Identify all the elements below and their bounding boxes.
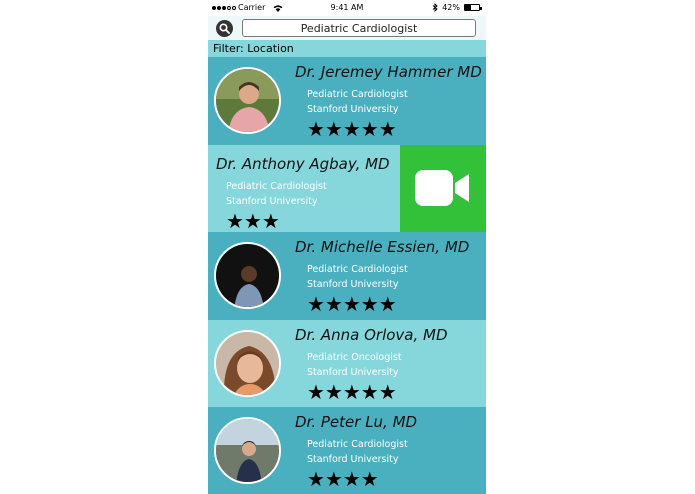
video-call-button[interactable] [400,144,486,232]
doctor-school: Stanford University [307,366,399,378]
doctor-list: Dr. Jeremey Hammer MD Pediatric Cardiolo… [208,57,486,494]
location-filter[interactable]: Filter: Location [208,40,486,57]
doctor-specialty: Pediatric Cardiologist [307,439,408,450]
battery-icon [464,4,482,11]
doctor-name: Dr. Peter Lu, MD [295,413,418,431]
rating-stars: ★★★★ [307,467,379,491]
doctor-avatar [214,417,281,484]
doctor-specialty: Pediatric Cardiologist [307,264,408,275]
search-icon [219,23,230,34]
doctor-row[interactable]: Dr. Anna Orlova, MD Pediatric Oncologist… [208,319,486,407]
phone-screen: Carrier 9:41 AM 42% Filter: Location [208,0,486,494]
doctor-name: Dr. Jeremey Hammer MD [295,63,482,81]
search-input[interactable] [242,19,476,37]
doctor-name: Dr. Anthony Agbay, MD [216,154,390,173]
doctor-specialty: Pediatric Cardiologist [226,180,327,192]
doctor-school: Stanford University [307,279,399,290]
rating-stars: ★★★★★ [307,379,397,404]
search-bar [208,16,486,40]
doctor-avatar [214,329,281,397]
status-bar: Carrier 9:41 AM 42% [208,0,486,16]
battery-info: 42% [432,3,482,12]
doctor-row[interactable]: Dr. Peter Lu, MD Pediatric Cardiologist … [208,407,486,494]
doctor-info: Dr. Anthony Agbay, MD Pediatric Cardiolo… [216,155,390,231]
doctor-row[interactable]: Dr. Michelle Essien, MD Pediatric Cardio… [208,232,486,320]
doctor-name: Dr. Anna Orlova, MD [295,325,448,344]
doctor-info: Dr. Jeremey Hammer MD Pediatric Cardiolo… [295,63,482,139]
doctor-school: Stanford University [307,454,399,465]
doctor-name: Dr. Michelle Essien, MD [295,238,470,256]
doctor-row[interactable]: Dr. Jeremey Hammer MD Pediatric Cardiolo… [208,57,486,145]
battery-percent: 42% [442,3,460,12]
rating-stars: ★★★★★ [307,117,397,141]
video-camera-icon [415,170,469,207]
rating-stars: ★★★ [226,208,280,232]
doctor-specialty: Pediatric Cardiologist [307,89,408,100]
doctor-avatar [214,67,281,134]
battery-fill [465,5,471,10]
doctor-avatar [214,242,281,309]
doctor-info: Dr. Anna Orlova, MD Pediatric Oncologist… [295,326,448,402]
bluetooth-icon [432,3,438,12]
doctor-specialty: Pediatric Oncologist [307,351,402,363]
doctor-info: Dr. Michelle Essien, MD Pediatric Cardio… [295,238,469,314]
search-button[interactable] [216,20,233,37]
doctor-school: Stanford University [226,195,318,207]
doctor-info: Dr. Peter Lu, MD Pediatric Cardiologist … [295,413,417,489]
rating-stars: ★★★★★ [307,292,397,316]
doctor-row[interactable]: Dr. Anthony Agbay, MD Pediatric Cardiolo… [208,144,486,232]
doctor-school: Stanford University [307,104,399,115]
